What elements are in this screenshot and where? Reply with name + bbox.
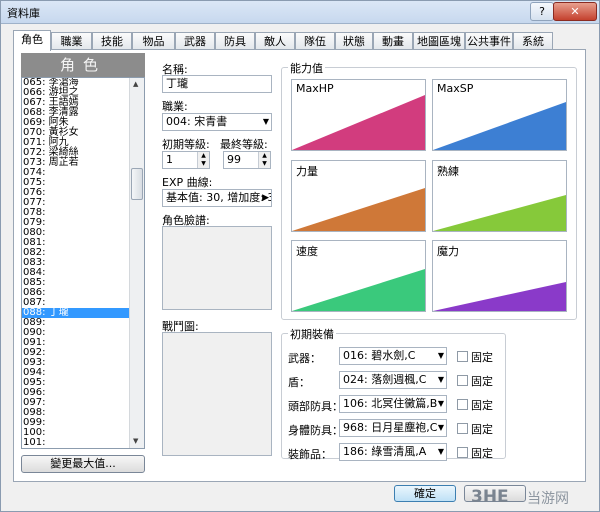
- final-level-stepper[interactable]: 99 ▲ ▼: [223, 151, 271, 169]
- param-curve: [433, 282, 566, 311]
- equipment-title: 初期裝備: [288, 326, 336, 342]
- tab-actors[interactable]: 角色: [13, 30, 51, 51]
- battler-graphic-box[interactable]: [162, 332, 272, 456]
- final-level-label: 最終等級:: [220, 138, 268, 151]
- exp-curve-label: EXP 曲線:: [162, 176, 213, 189]
- equip-slot-label: 盾：: [288, 376, 310, 389]
- param-curve: [433, 195, 566, 231]
- initial-level-value: 1: [166, 153, 173, 166]
- tab-tilesets[interactable]: 地圖區塊: [413, 32, 465, 49]
- param-curve: [292, 188, 425, 231]
- actor-list-header: 角色: [21, 53, 145, 77]
- list-scrollbar[interactable]: ▲ ▼: [129, 78, 144, 448]
- param-curve: [292, 95, 425, 150]
- param-curve: [292, 269, 425, 311]
- fixed-label: 固定: [471, 399, 493, 412]
- param-graph[interactable]: 熟練: [432, 160, 567, 232]
- param-graph[interactable]: 速度: [291, 240, 426, 312]
- chevron-down-icon: ▼: [437, 399, 444, 408]
- stepper-arrows-icon[interactable]: ▲ ▼: [258, 152, 270, 168]
- tab-skills[interactable]: 技能: [92, 32, 132, 49]
- fixed-checkbox[interactable]: [457, 351, 468, 362]
- equip-slot-label: 武器：: [288, 352, 321, 365]
- window-title: 資料庫: [7, 7, 40, 20]
- actor-list[interactable]: 065: 李滄海 066: 游坦之 067: 王語嫣 068: 李清露 069: 阿朱 0…: [21, 77, 145, 449]
- help-button[interactable]: ?: [530, 2, 554, 21]
- fixed-checkbox[interactable]: [457, 447, 468, 458]
- equip-select[interactable]: 186: 綠雪清風,A ▼: [339, 443, 447, 461]
- equip-select-value: 186: 綠雪清風,A: [343, 445, 427, 458]
- watermark-logo: 3HE: [471, 487, 509, 507]
- param-graph[interactable]: MaxSP: [432, 79, 567, 151]
- fixed-label: 固定: [471, 423, 493, 436]
- database-window: 資料庫 ? ✕ 角色 職業 技能 物品 武器 防具 敵人 隊伍 狀態 動畫 地圖…: [0, 0, 600, 512]
- equip-select[interactable]: 106: 北冥住黴篇,B ▼: [339, 395, 447, 413]
- tab-weapons[interactable]: 武器: [175, 32, 215, 49]
- equip-select[interactable]: 968: 日月星塵袍,C ▼: [339, 419, 447, 437]
- tab-troops[interactable]: 隊伍: [295, 32, 335, 49]
- equip-select[interactable]: 024: 落劍週楓,C ▼: [339, 371, 447, 389]
- fixed-label: 固定: [471, 447, 493, 460]
- fixed-checkbox[interactable]: [457, 423, 468, 434]
- param-graph[interactable]: 力量: [291, 160, 426, 232]
- change-maximum-button[interactable]: 變更最大值...: [21, 455, 145, 473]
- tab-items[interactable]: 物品: [132, 32, 175, 49]
- equip-slot-label: 裝飾品：: [288, 448, 332, 461]
- scroll-down-icon[interactable]: ▼: [133, 437, 138, 445]
- equip-select[interactable]: 016: 碧水劍,C ▼: [339, 347, 447, 365]
- fixed-label: 固定: [471, 375, 493, 388]
- equip-select-value: 968: 日月星塵袍,C: [343, 421, 438, 434]
- chevron-down-icon: ▼: [437, 423, 444, 432]
- list-item[interactable]: 101:: [22, 438, 131, 448]
- equip-slot-label: 身體防具：: [288, 424, 343, 437]
- watermark-site: 当游网: [527, 491, 569, 507]
- equip-select-value: 106: 北冥住黴篇,B: [343, 397, 438, 410]
- param-graph-label: 魔力: [437, 245, 459, 258]
- fixed-label: 固定: [471, 351, 493, 364]
- equip-select-value: 016: 碧水劍,C: [343, 349, 416, 362]
- class-label: 職業:: [162, 100, 188, 113]
- scroll-thumb[interactable]: [131, 168, 143, 200]
- class-select[interactable]: 004: 宋青書 ▼: [162, 113, 272, 131]
- equip-select-value: 024: 落劍週楓,C: [343, 373, 427, 386]
- class-select-value: 004: 宋青書: [166, 115, 228, 128]
- param-graph[interactable]: MaxHP: [291, 79, 426, 151]
- param-graph[interactable]: 魔力: [432, 240, 567, 312]
- tab-enemies[interactable]: 敵人: [255, 32, 295, 49]
- chevron-right-icon: ▶: [262, 193, 269, 203]
- param-curve: [433, 102, 566, 150]
- chevron-down-icon: ▼: [437, 375, 444, 384]
- tab-animations[interactable]: 動畫: [373, 32, 413, 49]
- param-graph-label: MaxHP: [296, 82, 334, 95]
- chevron-down-icon: ▼: [262, 117, 269, 126]
- parameters-title: 能力值: [288, 60, 325, 76]
- face-graphic-box[interactable]: [162, 226, 272, 310]
- param-graph-label: 熟練: [437, 165, 459, 178]
- name-input[interactable]: 丁瓏: [162, 75, 272, 93]
- ok-button[interactable]: 確定: [394, 485, 456, 502]
- param-graph-label: MaxSP: [437, 82, 474, 95]
- chevron-down-icon: ▼: [437, 351, 444, 360]
- tab-classes[interactable]: 職業: [51, 32, 92, 49]
- tab-common-events[interactable]: 公共事件: [465, 32, 513, 49]
- close-button[interactable]: ✕: [553, 2, 597, 21]
- exp-curve-button[interactable]: 基本值: 30, 增加度: 3 ▶: [162, 189, 272, 207]
- title-bar: 資料庫 ? ✕: [1, 1, 599, 24]
- exp-curve-value: 基本值: 30, 增加度: 3: [166, 191, 272, 204]
- final-level-value: 99: [227, 153, 241, 166]
- tab-system[interactable]: 系統: [513, 32, 553, 49]
- stepper-arrows-icon[interactable]: ▲ ▼: [197, 152, 209, 168]
- equip-slot-label: 頭部防具：: [288, 400, 343, 413]
- fixed-checkbox[interactable]: [457, 375, 468, 386]
- param-graph-label: 力量: [296, 165, 318, 178]
- initial-level-label: 初期等級:: [162, 138, 210, 151]
- tab-states[interactable]: 狀態: [335, 32, 373, 49]
- fixed-checkbox[interactable]: [457, 399, 468, 410]
- param-graph-label: 速度: [296, 245, 318, 258]
- tab-armors[interactable]: 防具: [215, 32, 255, 49]
- chevron-down-icon: ▼: [437, 447, 444, 456]
- initial-level-stepper[interactable]: 1 ▲ ▼: [162, 151, 210, 169]
- scroll-up-icon[interactable]: ▲: [133, 80, 138, 88]
